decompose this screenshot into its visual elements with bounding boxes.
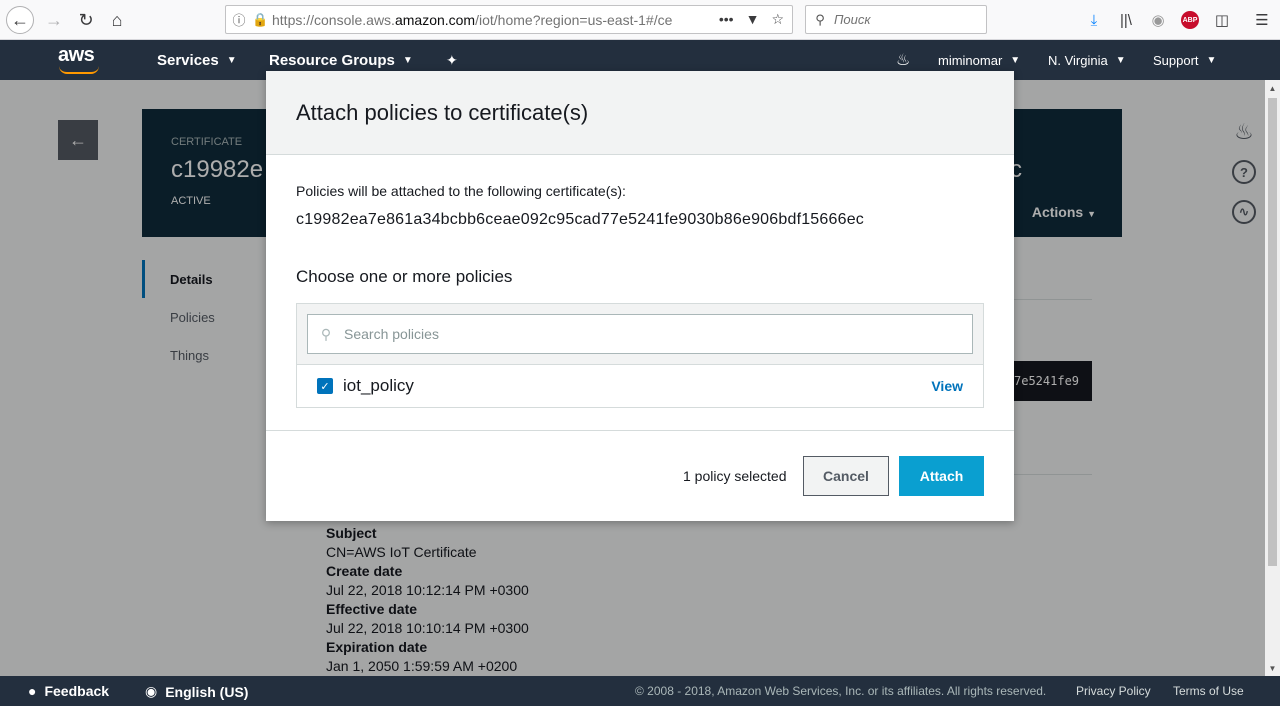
download-icon[interactable]: ⤓ [1083,9,1105,31]
user-label: miminomar [938,52,1003,68]
aws-smile-icon [59,66,99,74]
adblock-icon[interactable]: ABP [1181,11,1199,29]
globe-icon: ◉ [145,683,158,699]
url-bar[interactable]: ⓘ 🔒 https://console.aws.amazon.com/iot/h… [225,5,793,34]
sidebar-icon[interactable]: ◫ [1211,9,1233,31]
pocket-icon[interactable]: ▼ [746,11,760,28]
policy-selector: ⚲ ✓ iot_policy View [296,303,984,408]
url-prefix: https://console.aws. [272,11,395,28]
library-icon[interactable]: ||\ [1115,9,1137,31]
chevron-down-icon: ▼ [1010,54,1021,66]
selected-count: 1 policy selected [683,468,787,484]
feedback-label: Feedback [44,683,110,699]
browser-toolbar: ← → ↻ ⌂ ⓘ 🔒 https://console.aws.amazon.c… [0,0,1280,40]
info-icon[interactable]: ⓘ [226,10,252,29]
dialog-title: Attach policies to certificate(s) [296,99,589,125]
browser-search-input[interactable]: ⚲ Поиск [805,5,987,34]
copyright-text: © 2008 - 2018, Amazon Web Services, Inc.… [635,684,1047,698]
search-placeholder: Поиск [834,12,871,27]
support-menu[interactable]: Support ▼ [1153,40,1216,80]
dialog-footer: 1 policy selected Cancel Attach [266,430,1014,521]
region-label: N. Virginia [1048,52,1108,68]
lock-icon: 🔒 [252,11,269,27]
dialog-header: Attach policies to certificate(s) [266,71,1014,155]
policy-checkbox[interactable]: ✓ [317,378,333,394]
scroll-thumb[interactable] [1268,98,1277,566]
attach-button[interactable]: Attach [899,456,984,496]
search-icon: ⚲ [320,325,332,342]
privacy-policy-link[interactable]: Privacy Policy [1076,684,1151,698]
resource-groups-label: Resource Groups [269,51,395,69]
reload-icon[interactable]: ↻ [72,6,100,34]
dialog-intro: Policies will be attached to the followi… [296,183,626,199]
policy-name: iot_policy [343,376,414,395]
language-label: English (US) [165,683,249,700]
services-menu[interactable]: Services ▼ [157,40,237,80]
cancel-button[interactable]: Cancel [803,456,889,496]
globe-icon[interactable]: ◉ [1147,9,1169,31]
policy-row[interactable]: ✓ iot_policy View [297,365,983,407]
bookmark-star-icon[interactable]: ☆ [771,11,784,28]
chevron-down-icon: ▼ [1115,54,1126,66]
url-domain: amazon.com [394,11,476,28]
terms-of-use-link[interactable]: Terms of Use [1173,684,1244,698]
support-label: Support [1153,52,1199,68]
chevron-down-icon: ▼ [1206,54,1217,66]
chevron-down-icon: ▼ [402,54,413,66]
checkmark-icon: ✓ [320,380,330,393]
back-arrow-icon[interactable]: ← [6,6,34,34]
page-scrollbar[interactable]: ▲ ▼ [1265,80,1280,676]
home-icon[interactable]: ⌂ [103,6,131,34]
region-menu[interactable]: N. Virginia ▼ [1048,40,1126,80]
choose-policies-heading: Choose one or more policies [296,267,513,286]
forward-arrow-icon[interactable]: → [40,6,68,34]
certificate-id: c19982ea7e861a34bcbb6ceae092c95cad77e524… [296,211,865,228]
console-footer: ● Feedback ◉ English (US) © 2008 - 2018, A… [0,676,1280,706]
more-actions-icon[interactable]: ••• [719,11,734,28]
chevron-down-icon: ▼ [226,54,237,66]
menu-icon[interactable]: ☰ [1251,9,1273,31]
speech-bubble-icon: ● [28,683,37,699]
aws-logo[interactable]: aws [58,44,95,67]
language-selector[interactable]: ◉ English (US) [145,683,248,700]
policy-search-field[interactable]: ⚲ [307,314,973,354]
search-icon: ⚲ [815,11,825,27]
scroll-down-icon[interactable]: ▼ [1265,660,1280,676]
feedback-button[interactable]: ● Feedback [28,683,109,699]
view-policy-link[interactable]: View [931,378,963,394]
attach-policies-dialog: Attach policies to certificate(s) Polici… [266,71,1014,521]
services-label: Services [157,51,219,69]
url-suffix: /iot/home?region=us-east-1#/ce [475,11,673,28]
dialog-body: Policies will be attached to the followi… [266,155,1014,408]
url-text[interactable]: https://console.aws.amazon.com/iot/home?… [266,12,686,28]
policy-search-area: ⚲ [297,304,983,365]
scroll-up-icon[interactable]: ▲ [1265,80,1280,96]
policy-search-input[interactable] [344,326,972,342]
